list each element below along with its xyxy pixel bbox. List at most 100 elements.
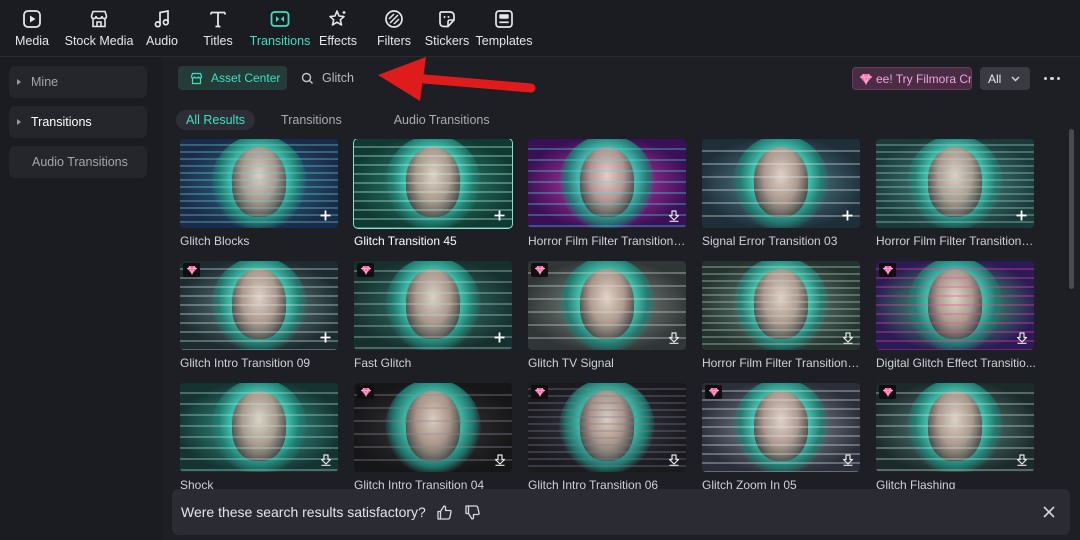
download-icon[interactable]: [1014, 452, 1029, 467]
dot-icon: [1050, 76, 1054, 81]
add-icon[interactable]: [1014, 208, 1029, 223]
result-card[interactable]: Glitch TV Signal: [528, 261, 686, 370]
result-thumbnail[interactable]: [353, 139, 513, 229]
glitch-overlay: [180, 261, 338, 350]
download-icon[interactable]: [318, 452, 333, 467]
add-icon[interactable]: [318, 330, 333, 345]
glitch-overlay: [528, 261, 686, 350]
result-card[interactable]: Shock: [180, 383, 338, 492]
sidebar-item-audio-transitions[interactable]: Audio Transitions: [9, 146, 147, 178]
result-thumbnail[interactable]: [528, 383, 686, 472]
premium-gem-icon: [183, 263, 200, 277]
caret-right-icon: [17, 119, 21, 125]
download-icon[interactable]: [666, 208, 681, 223]
result-thumbnail[interactable]: [528, 261, 686, 350]
result-thumbnail[interactable]: [702, 383, 860, 472]
toolbar-audio[interactable]: Audio: [142, 0, 182, 56]
result-card[interactable]: Glitch Blocks: [180, 139, 338, 248]
toolbar-stock-media[interactable]: Stock Media: [62, 0, 136, 56]
promo-banner[interactable]: ee! Try Filmora Cr: [852, 67, 972, 90]
toolbar-transitions[interactable]: Transitions: [250, 0, 310, 56]
text-icon: [207, 8, 229, 30]
result-thumbnail[interactable]: [180, 139, 338, 228]
result-card[interactable]: Signal Error Transition 03: [702, 139, 860, 248]
result-card[interactable]: Digital Glitch Effect Transitio...: [876, 261, 1036, 370]
premium-gem-icon: [357, 385, 374, 399]
transition-icon: [269, 8, 291, 30]
toolbar-templates[interactable]: Templates: [476, 0, 533, 56]
thumbs-up-button[interactable]: [435, 502, 455, 522]
result-card[interactable]: Horror Film Filter Transition 01: [528, 139, 688, 248]
result-title: Fast Glitch: [354, 356, 412, 370]
glitch-overlay: [354, 139, 512, 228]
toolbar-effects[interactable]: Effects: [318, 0, 358, 56]
result-card[interactable]: Glitch Transition 45: [353, 139, 513, 248]
gem-icon: [860, 73, 872, 85]
feedback-bar: Were these search results satisfactory?: [172, 489, 1070, 535]
result-card[interactable]: Glitch Intro Transition 06: [528, 383, 686, 492]
result-card[interactable]: Glitch Intro Transition 09: [180, 261, 338, 370]
toolbar-stickers[interactable]: Stickers: [424, 0, 470, 56]
asset-center-button[interactable]: Asset Center: [178, 66, 287, 90]
close-icon[interactable]: [1040, 503, 1058, 521]
result-card[interactable]: Glitch Zoom In 05: [702, 383, 860, 492]
result-title: Horror Film Filter Transition 01: [528, 234, 688, 248]
toolbar-filters[interactable]: Filters: [374, 0, 414, 56]
glitch-overlay: [876, 139, 1034, 228]
result-thumbnail[interactable]: [354, 261, 512, 350]
result-card[interactable]: Horror Film Filter Transition 07: [876, 139, 1036, 248]
toolbar-titles[interactable]: Titles: [200, 0, 236, 56]
add-icon[interactable]: [318, 208, 333, 223]
glitch-overlay: [180, 383, 338, 472]
result-thumbnail[interactable]: [354, 383, 512, 472]
add-icon[interactable]: [492, 208, 507, 223]
result-card[interactable]: Fast Glitch: [354, 261, 512, 370]
glitch-overlay: [354, 383, 512, 472]
main-panel: Asset Center ee! Try Filmora Cr All All …: [162, 56, 1080, 540]
glitch-overlay: [876, 383, 1034, 472]
add-icon[interactable]: [492, 330, 507, 345]
download-icon[interactable]: [840, 452, 855, 467]
download-icon[interactable]: [666, 452, 681, 467]
thumbs-down-button[interactable]: [463, 502, 483, 522]
result-thumbnail[interactable]: [876, 139, 1034, 228]
result-title: Signal Error Transition 03: [702, 234, 838, 248]
scrollbar[interactable]: [1069, 129, 1074, 289]
result-thumbnail[interactable]: [180, 383, 338, 472]
store-icon: [88, 8, 110, 30]
tab-audio-transitions[interactable]: Audio Transitions: [384, 110, 500, 130]
result-thumbnail[interactable]: [528, 139, 686, 228]
result-thumbnail[interactable]: [702, 261, 860, 350]
result-thumbnail[interactable]: [876, 261, 1034, 350]
toolbar-media[interactable]: Media: [10, 0, 54, 56]
download-icon[interactable]: [666, 330, 681, 345]
result-title: Horror Film Filter Transition 07: [876, 234, 1036, 248]
sidebar-item-transitions[interactable]: Transitions: [9, 106, 147, 138]
tab-transitions[interactable]: Transitions: [271, 110, 352, 130]
search-box[interactable]: [296, 66, 516, 90]
media-icon: [21, 8, 43, 30]
download-icon[interactable]: [1014, 330, 1029, 345]
glitch-overlay: [528, 139, 686, 228]
result-card[interactable]: Horror Film Filter Transition 06: [702, 261, 862, 370]
result-card[interactable]: Glitch Intro Transition 04: [354, 383, 512, 492]
store-icon: [190, 72, 203, 84]
download-icon[interactable]: [492, 452, 507, 467]
search-input[interactable]: [322, 71, 492, 85]
result-thumbnail[interactable]: [180, 261, 338, 350]
add-icon[interactable]: [840, 208, 855, 223]
download-icon[interactable]: [840, 330, 855, 345]
template-icon: [493, 8, 515, 30]
premium-gem-icon: [879, 263, 896, 277]
result-title: Horror Film Filter Transition 06: [702, 356, 862, 370]
result-card[interactable]: Glitch Flashing: [876, 383, 1034, 492]
glitch-overlay: [702, 139, 860, 228]
tab-all-results[interactable]: All Results: [176, 110, 256, 130]
result-thumbnail[interactable]: [876, 383, 1034, 472]
sidebar-item-mine[interactable]: Mine: [9, 66, 147, 98]
more-options-button[interactable]: [1040, 67, 1064, 90]
result-title: Glitch TV Signal: [528, 356, 614, 370]
search-icon: [301, 72, 313, 84]
filter-dropdown[interactable]: All: [980, 67, 1030, 90]
result-thumbnail[interactable]: [702, 139, 860, 228]
